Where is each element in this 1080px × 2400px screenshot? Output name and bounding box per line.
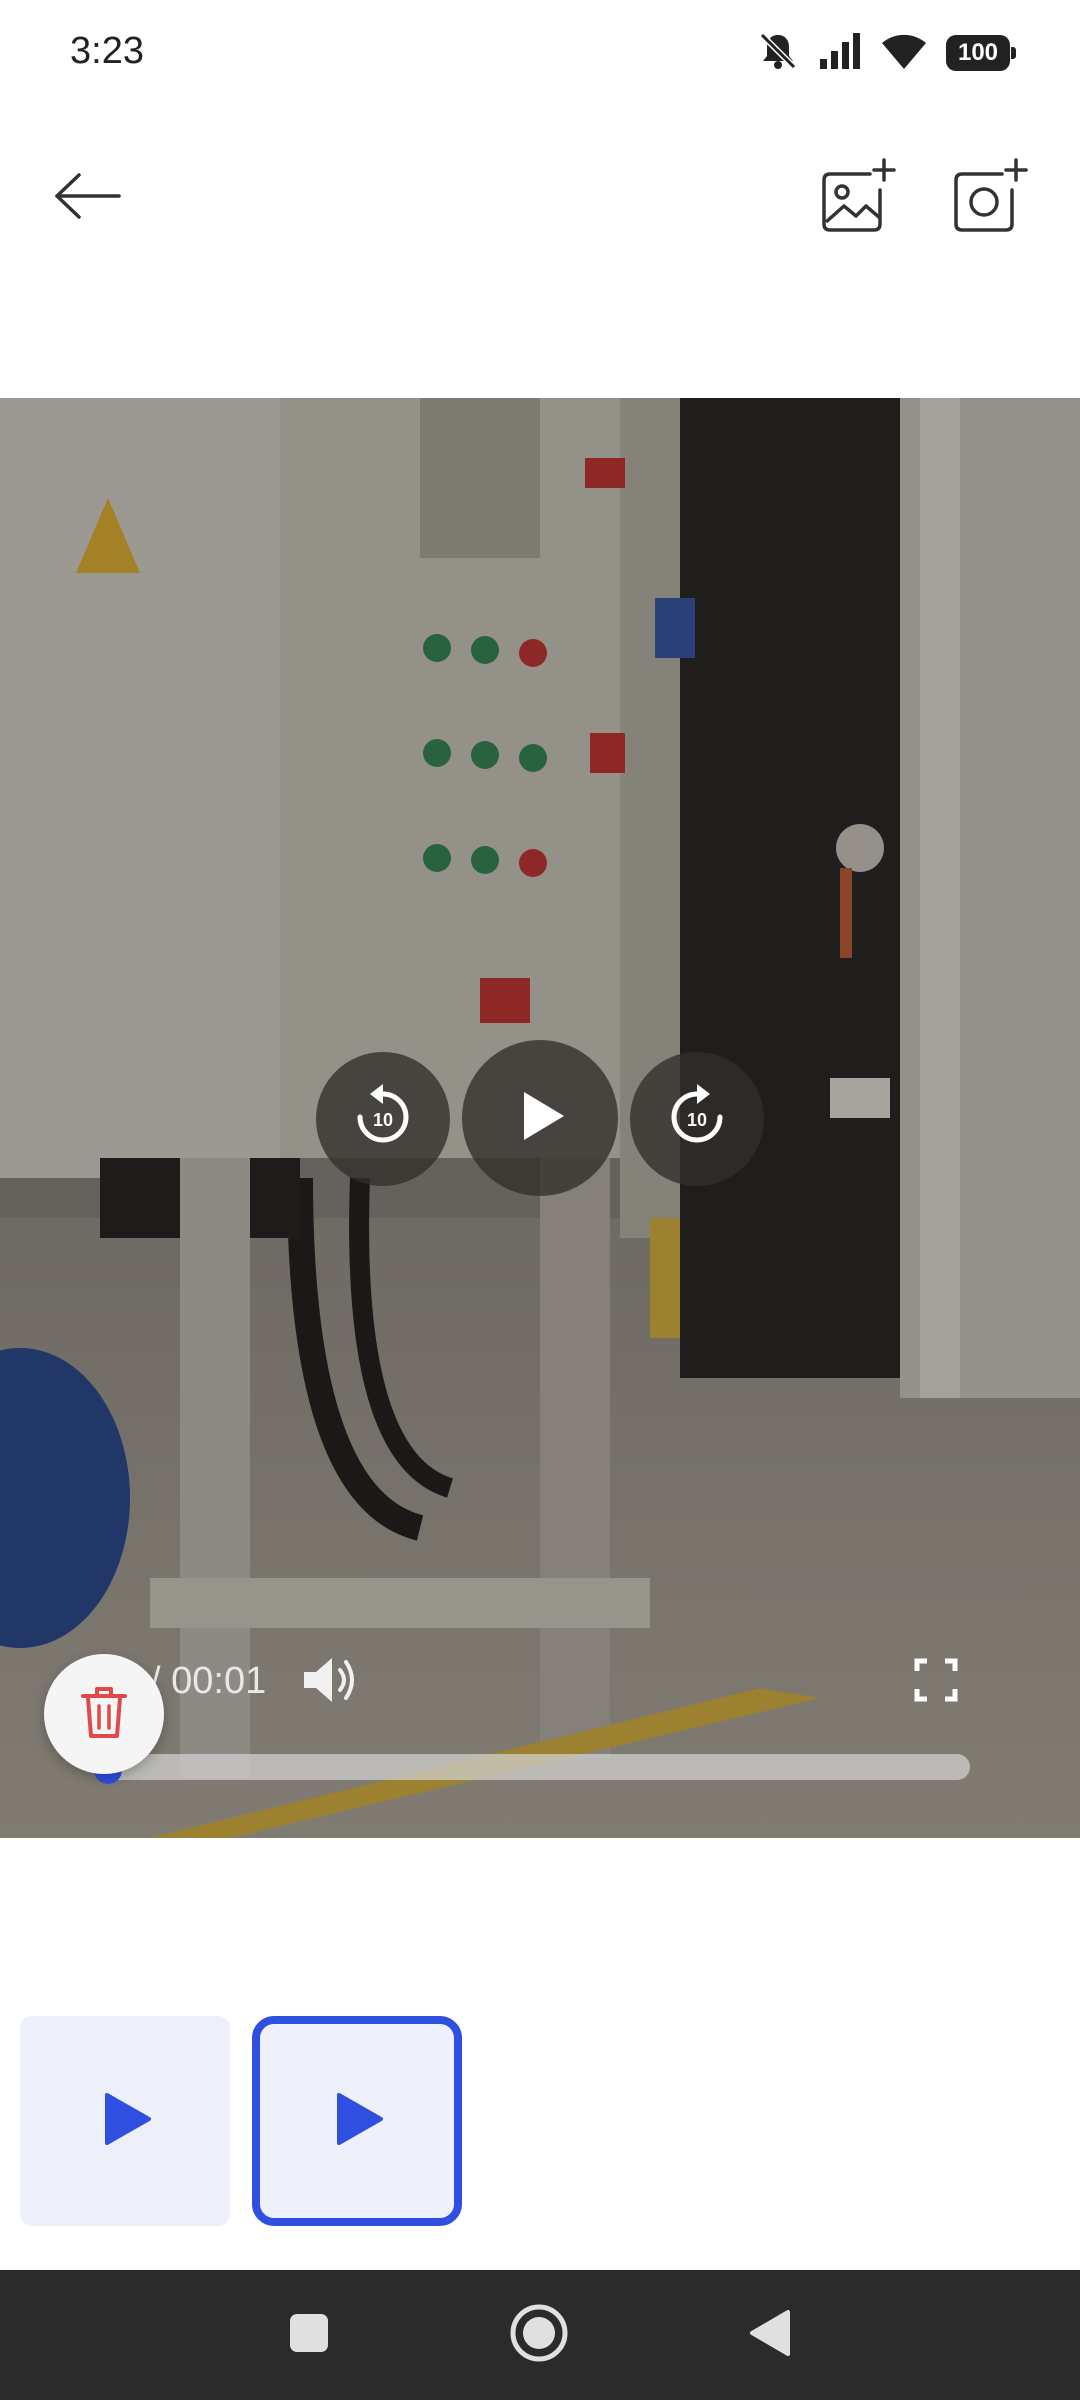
status-icons: 100 bbox=[756, 28, 1016, 78]
fullscreen-button[interactable] bbox=[902, 1648, 970, 1716]
add-image-icon bbox=[818, 156, 898, 241]
video-player[interactable]: 10 10 / 00:01 bbox=[0, 398, 1080, 1838]
add-camera-button[interactable] bbox=[942, 150, 1038, 246]
play-button[interactable] bbox=[462, 1040, 618, 1196]
triangle-back-icon bbox=[746, 2308, 792, 2363]
status-bar: 3:23 100 bbox=[0, 0, 1080, 110]
toolbar bbox=[0, 130, 1080, 250]
progress-bar[interactable] bbox=[100, 1754, 970, 1780]
system-nav-bar bbox=[0, 2270, 1080, 2400]
play-icon bbox=[97, 2091, 153, 2152]
status-time: 3:23 bbox=[70, 30, 144, 72]
circle-icon bbox=[509, 2303, 569, 2368]
video-thumbnail-2-selected[interactable] bbox=[252, 2016, 462, 2226]
time-display: / 00:01 bbox=[150, 1660, 267, 1702]
svg-text:10: 10 bbox=[687, 1110, 707, 1130]
play-icon bbox=[329, 2091, 385, 2152]
delete-button[interactable] bbox=[44, 1654, 164, 1774]
forward-icon: 10 bbox=[662, 1082, 732, 1157]
video-thumbnail-1[interactable] bbox=[20, 2016, 230, 2226]
add-camera-icon bbox=[950, 156, 1030, 241]
system-back-button[interactable] bbox=[726, 2292, 812, 2378]
square-icon bbox=[287, 2311, 331, 2360]
rewind-icon: 10 bbox=[348, 1082, 418, 1157]
home-button[interactable] bbox=[496, 2292, 582, 2378]
wifi-icon bbox=[880, 31, 928, 76]
volume-icon bbox=[300, 1652, 360, 1713]
recents-button[interactable] bbox=[266, 2292, 352, 2378]
mute-icon bbox=[756, 29, 800, 78]
back-button[interactable] bbox=[40, 150, 136, 246]
volume-button[interactable] bbox=[296, 1648, 364, 1716]
signal-icon bbox=[818, 31, 862, 76]
battery-level: 100 bbox=[957, 39, 999, 66]
rewind-10-button[interactable]: 10 bbox=[316, 1052, 450, 1186]
fullscreen-icon bbox=[913, 1657, 959, 1708]
add-image-button[interactable] bbox=[810, 150, 906, 246]
battery-icon: 100 bbox=[946, 35, 1016, 71]
play-icon bbox=[510, 1086, 570, 1151]
forward-10-button[interactable]: 10 bbox=[630, 1052, 764, 1186]
arrow-left-icon bbox=[53, 171, 123, 226]
trash-icon bbox=[79, 1684, 129, 1745]
svg-text:10: 10 bbox=[373, 1110, 393, 1130]
